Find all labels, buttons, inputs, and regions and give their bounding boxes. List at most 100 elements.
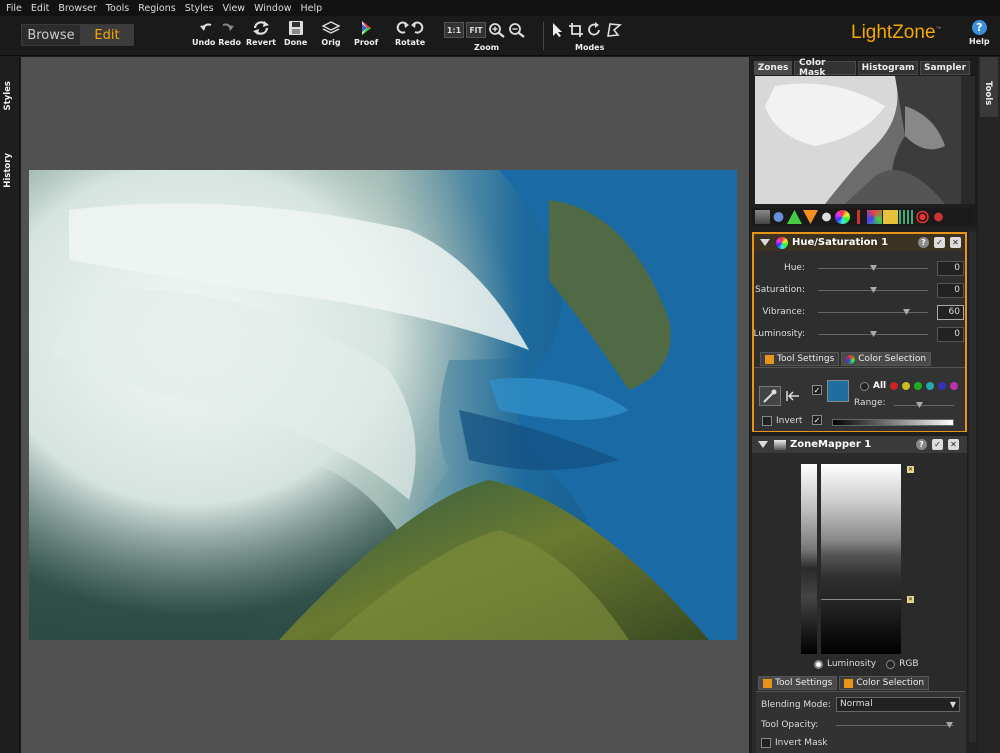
rotate-mode-icon[interactable] [587, 22, 603, 38]
hue-slider[interactable] [818, 265, 928, 271]
photo-water-wave[interactable] [29, 170, 737, 640]
saturation-slider-knob[interactable] [870, 287, 877, 293]
red-preset[interactable] [890, 382, 899, 390]
hue-saturation-tool-icon[interactable] [835, 210, 850, 224]
tone-curve-tool-icon[interactable] [771, 210, 786, 224]
zonemapper-tool-icon[interactable] [755, 210, 770, 224]
luminosity-value[interactable]: 0 [937, 327, 964, 342]
luminosity-radio[interactable] [814, 659, 823, 669]
hue-saturation-header[interactable]: Hue/Saturation 1 ? ✓ ✕ [754, 234, 965, 251]
edit-button[interactable]: Edit [81, 25, 133, 45]
zone-pin-top[interactable]: ✕ [907, 466, 914, 473]
menu-browser[interactable]: Browser [54, 3, 102, 14]
enable-checkbox[interactable]: ✓ [932, 439, 943, 450]
hue-value[interactable]: 0 [937, 261, 964, 276]
tool-opacity-knob[interactable] [946, 722, 953, 728]
white-balance-tool-icon[interactable] [819, 210, 834, 224]
zonemapper-header[interactable]: ZoneMapper 1 ? ✓ ✕ [752, 436, 967, 453]
vibrance-slider[interactable] [818, 309, 928, 315]
luminosity-slider-knob[interactable] [870, 331, 877, 337]
zone-pin-mid[interactable]: ✕ [907, 596, 914, 603]
cyan-preset[interactable] [926, 382, 935, 390]
vibrance-slider-knob[interactable] [903, 309, 910, 315]
saturation-value[interactable]: 0 [937, 283, 964, 298]
collapse-triangle-icon[interactable] [758, 441, 768, 448]
all-radio[interactable] [860, 381, 869, 391]
tab-histogram[interactable]: Histogram [858, 61, 918, 75]
tab-color-selection[interactable]: Color Selection [839, 676, 930, 690]
sharpen-tool-icon[interactable] [787, 210, 802, 224]
menu-help[interactable]: Help [297, 3, 328, 14]
zone-reference-bar [801, 464, 817, 654]
arrow-pointer-icon[interactable] [549, 22, 565, 38]
tab-styles[interactable]: Styles [3, 81, 13, 110]
selected-color-swatch[interactable] [827, 380, 849, 402]
help-icon[interactable]: ? [918, 237, 929, 248]
zoom-out-icon[interactable] [508, 22, 526, 38]
tool-opacity-slider[interactable] [836, 722, 954, 728]
zoom-fit-button[interactable]: FIT [466, 22, 486, 38]
zoom-1to1-button[interactable]: 1:1 [444, 22, 464, 38]
invert-checkbox[interactable] [762, 416, 772, 426]
menu-tools[interactable]: Tools [102, 3, 134, 14]
tab-zones[interactable]: Zones [754, 61, 792, 75]
menu-window[interactable]: Window [250, 3, 296, 14]
grid-tool-icon[interactable] [899, 210, 914, 224]
tools-scrollbar[interactable] [968, 228, 977, 753]
zoom-in-icon[interactable] [488, 22, 506, 38]
green-preset[interactable] [914, 382, 923, 390]
layers-icon[interactable] [320, 20, 342, 36]
color-enable-checkbox[interactable]: ✓ [812, 385, 822, 395]
reset-arrow-icon[interactable] [785, 390, 801, 402]
revert-icon[interactable] [248, 20, 274, 36]
menu-regions[interactable]: Regions [134, 3, 180, 14]
tab-color-selection[interactable]: Color Selection [841, 352, 932, 366]
blue-preset[interactable] [938, 382, 947, 390]
tab-tools[interactable]: Tools [983, 81, 993, 105]
vibrance-value[interactable]: 60 [937, 305, 964, 320]
range-slider[interactable] [894, 402, 954, 408]
close-icon[interactable]: ✕ [948, 439, 959, 450]
close-icon[interactable]: ✕ [950, 237, 961, 248]
luminosity-slider[interactable] [818, 331, 928, 337]
target-tool-icon[interactable] [915, 210, 930, 224]
help-icon[interactable]: ? [916, 439, 927, 450]
enable-checkbox[interactable]: ✓ [934, 237, 945, 248]
red-eye-tool-icon[interactable] [931, 210, 946, 224]
gray-scale-tool-icon[interactable] [883, 210, 898, 224]
collapse-triangle-icon[interactable] [760, 239, 770, 246]
color-balance-tool-icon[interactable] [867, 210, 882, 224]
yellow-preset[interactable] [902, 382, 911, 390]
tab-color-mask[interactable]: Color Mask [794, 58, 856, 78]
rotate-icon[interactable] [395, 20, 425, 36]
tab-sampler[interactable]: Sampler [920, 61, 970, 75]
eyedropper-button[interactable] [759, 386, 781, 406]
proof-prism-icon[interactable] [354, 20, 378, 36]
tab-history[interactable]: History [3, 153, 13, 188]
relight-tool-icon[interactable] [803, 210, 818, 224]
menu-styles[interactable]: Styles [181, 3, 219, 14]
saturation-slider[interactable] [818, 287, 928, 293]
save-disk-icon[interactable] [286, 20, 306, 36]
hue-slider-knob[interactable] [870, 265, 877, 271]
magenta-preset[interactable] [950, 382, 959, 390]
zone-mapped-bar[interactable] [821, 464, 901, 654]
blending-mode-select[interactable]: Normal ▼ [836, 697, 960, 712]
menu-view[interactable]: View [219, 3, 251, 14]
menu-file[interactable]: File [2, 3, 27, 14]
menu-edit[interactable]: Edit [27, 3, 54, 14]
noise-tool-icon[interactable] [851, 210, 866, 224]
invert-mask-checkbox[interactable] [761, 738, 771, 748]
tab-tool-settings[interactable]: Tool Settings [758, 676, 838, 690]
tab-tool-settings[interactable]: Tool Settings [760, 352, 840, 366]
region-icon[interactable] [606, 22, 622, 38]
rgb-radio[interactable] [886, 659, 896, 669]
browse-button[interactable]: Browse [22, 25, 81, 45]
crop-icon[interactable] [568, 22, 584, 38]
luminosity-range-checkbox[interactable]: ✓ [812, 415, 822, 425]
scrollbar-thumb[interactable] [969, 232, 976, 742]
luminosity-range-bar[interactable] [832, 419, 954, 426]
undo-redo-icon[interactable] [197, 20, 237, 36]
range-slider-knob[interactable] [916, 402, 923, 408]
help-icon[interactable]: ? [971, 20, 987, 35]
